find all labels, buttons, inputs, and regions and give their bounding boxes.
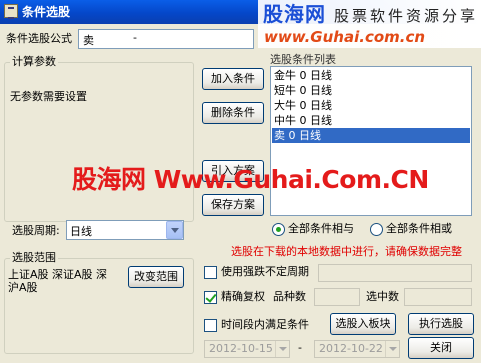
irregular-period-label: 使用强跌不定周期 [221, 265, 309, 278]
time-range-label: 时间段内满足条件 [221, 318, 309, 331]
list-item[interactable]: 大牛 0 日线 [272, 98, 470, 113]
data-notice: 选股在下载的本地数据中进行，请确保数据完整 [231, 245, 462, 258]
delete-condition-button[interactable]: 删除条件 [202, 102, 264, 124]
selected-count-label: 选中数 [366, 290, 399, 303]
irregular-period-checkbox[interactable] [204, 266, 217, 279]
count-label: 品种数 [273, 290, 306, 303]
chevron-down-icon[interactable] [275, 341, 289, 357]
count-field [314, 288, 360, 306]
chevron-down-icon[interactable] [385, 341, 399, 357]
add-condition-button[interactable]: 加入条件 [202, 68, 264, 90]
all-and-radio[interactable] [272, 223, 285, 236]
list-item[interactable]: 短牛 0 日线 [272, 83, 470, 98]
formula-description: - [133, 31, 137, 44]
all-and-label: 全部条件相与 [288, 222, 354, 235]
condition-list-header: 选股条件列表 [270, 53, 336, 66]
list-item-selected[interactable]: 卖 0 日线 [272, 128, 470, 143]
brand-slogan: 股票软件资源分享 [334, 7, 479, 25]
formula-label: 条件选股公式 [6, 32, 72, 45]
brand-url: www.Guhai.com.cn [264, 28, 426, 46]
all-or-radio[interactable] [370, 223, 383, 236]
formula-select[interactable]: 卖 [78, 29, 254, 49]
window-title: 条件选股 [22, 5, 71, 19]
adjusted-checkbox[interactable] [204, 291, 217, 304]
date-separator: - [298, 341, 302, 354]
run-screen-button[interactable]: 执行选股 [408, 313, 474, 335]
time-range-checkbox[interactable] [204, 319, 217, 332]
irregular-period-field [318, 264, 472, 282]
close-button[interactable]: 关闭 [408, 337, 474, 359]
adjusted-label: 精确复权 [221, 290, 265, 303]
all-or-label: 全部条件相或 [386, 222, 452, 235]
params-legend: 计算参数 [10, 55, 58, 68]
list-item[interactable]: 金牛 0 日线 [272, 68, 470, 83]
chevron-down-icon[interactable] [166, 221, 183, 239]
selected-count-field [404, 288, 472, 306]
range-legend: 选股范围 [10, 251, 58, 264]
add-to-board-button[interactable]: 选股入板块 [330, 313, 396, 335]
params-group [4, 62, 194, 222]
list-item[interactable]: 中牛 0 日线 [272, 113, 470, 128]
brand-name: 股海网 [263, 2, 326, 26]
watermark-text: 股海网 Www.Guhai.Com.CN [72, 165, 429, 194]
save-scheme-button[interactable]: 保存方案 [202, 194, 264, 216]
range-text: 上证A股 深证A股 深沪A股 [8, 268, 108, 294]
period-label: 选股周期: [12, 224, 60, 237]
app-icon [4, 4, 18, 19]
no-params-text: 无参数需要设置 [10, 90, 87, 103]
change-range-button[interactable]: 改变范围 [128, 266, 184, 288]
